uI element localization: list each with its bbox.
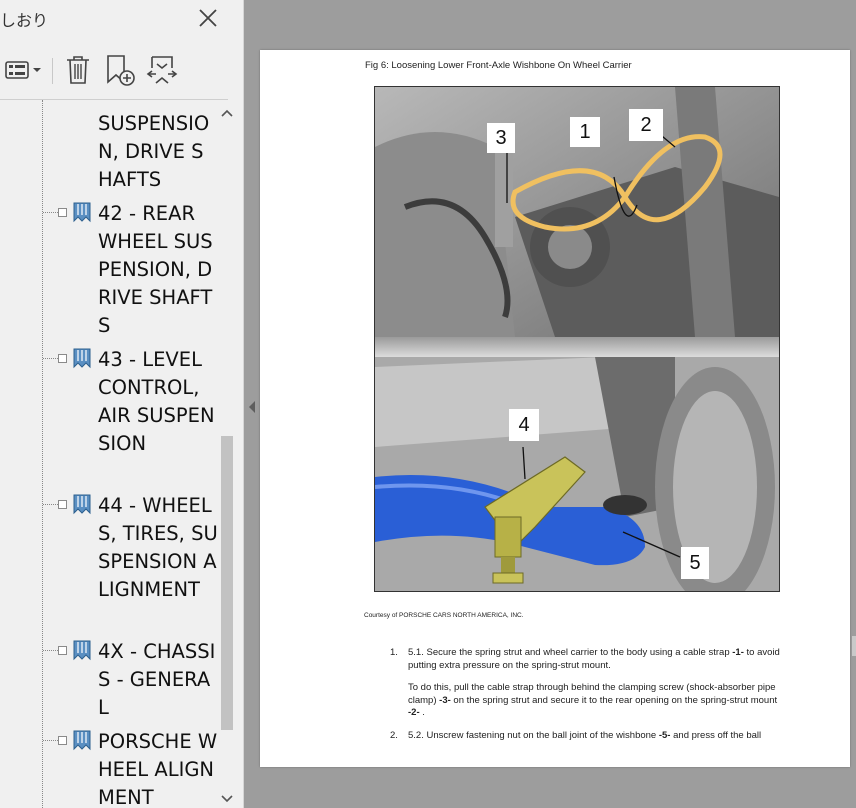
step-text: 5.1. Secure the spring strut and wheel c… <box>408 647 790 672</box>
bookmark-label[interactable]: 44 - WHEELS, TIRES, SUSPENSION ALIGNMENT <box>98 492 218 604</box>
step-text: 5.2. Unscrew fastening nut on the ball j… <box>408 730 790 743</box>
tree-connector <box>43 740 58 741</box>
pdf-viewer-app: しおり SUSPENSION, DRIVE SHAFTS 42 - REAR W… <box>0 0 856 808</box>
pdf-page: Fig 6: Loosening Lower Front-Axle Wishbo… <box>260 50 850 767</box>
step-text-part: . <box>419 707 425 718</box>
figure-caption: Fig 6: Loosening Lower Front-Axle Wishbo… <box>365 60 632 71</box>
step-text-part: 5.2. Unscrew fastening nut on the ball j… <box>408 729 659 741</box>
callout-label: 4 <box>509 409 539 441</box>
bookmarks-scrollbar[interactable] <box>218 100 236 808</box>
options-menu-button[interactable] <box>2 52 46 88</box>
bookmark-item[interactable]: 4X - CHASSIS - GENERAL <box>0 638 218 722</box>
bookmark-label[interactable]: 43 - LEVEL CONTROL, AIR SUSPENSION <box>98 346 218 458</box>
expand-toggle[interactable] <box>58 736 67 745</box>
delete-bookmark-button[interactable] <box>62 52 94 88</box>
bookmark-ribbon-icon <box>73 640 91 661</box>
callout-reference: -2- <box>408 707 420 718</box>
scrollbar-thumb[interactable] <box>221 436 233 730</box>
bookmark-ribbon-icon <box>73 494 91 515</box>
bookmarks-toolbar <box>0 48 244 92</box>
step-text-part: and press off the ball <box>670 729 762 741</box>
bookmark-item[interactable]: 44 - WHEELS, TIRES, SUSPENSION ALIGNMENT <box>0 492 218 632</box>
tree-connector <box>43 358 58 359</box>
expand-toggle[interactable] <box>58 500 67 509</box>
callout-reference: -1- <box>732 647 744 658</box>
callout-label: 2 <box>629 109 663 141</box>
callout-label: 3 <box>487 123 515 153</box>
bookmark-label[interactable]: SUSPENSION, DRIVE SHAFTS <box>98 110 218 194</box>
document-viewer[interactable]: Fig 6: Loosening Lower Front-Axle Wishbo… <box>245 0 856 808</box>
bookmark-item[interactable]: PORSCHE WHEEL ALIGNMENT <box>0 728 218 808</box>
trash-icon <box>67 56 89 84</box>
bookmark-ribbon-icon <box>73 202 91 223</box>
new-bookmark-button[interactable] <box>102 52 138 88</box>
step-number: 2. <box>390 729 398 741</box>
image-credit: Courtesy of PORSCHE CARS NORTH AMERICA, … <box>364 612 524 619</box>
tree-connector <box>43 212 58 213</box>
options-list-icon <box>5 61 41 79</box>
bookmark-ribbon-icon <box>73 348 91 369</box>
callout-reference: -5- <box>658 729 671 741</box>
bookmark-item[interactable]: 42 - REAR WHEEL SUSPENSION, DRIVE SHAFTS <box>0 200 218 340</box>
expand-toggle[interactable] <box>58 646 67 655</box>
bookmark-label[interactable]: 4X - CHASSIS - GENERAL <box>98 638 218 722</box>
bookmark-item[interactable]: 43 - LEVEL CONTROL, AIR SUSPENSION <box>0 346 218 486</box>
bookmark-tree: SUSPENSION, DRIVE SHAFTS 42 - REAR WHEEL… <box>0 100 218 808</box>
procedure-steps: 1. 5.1. Secure the spring strut and whee… <box>390 647 790 752</box>
bookmark-item[interactable]: SUSPENSION, DRIVE SHAFTS <box>0 110 218 194</box>
toolbar-separator <box>52 58 53 84</box>
new-bookmark-icon <box>107 55 135 86</box>
expand-bookmark-button[interactable] <box>144 52 180 88</box>
expand-bookmark-icon <box>146 56 178 84</box>
procedure-step: 1. 5.1. Secure the spring strut and whee… <box>390 647 790 720</box>
technical-illustration: 1 2 3 4 5 <box>374 86 780 592</box>
step-number: 1. <box>390 647 398 658</box>
step-subtext: To do this, pull the cable strap through… <box>408 682 790 720</box>
bookmarks-header: しおり <box>0 0 244 38</box>
step-text-part: on the spring strut and secure it to the… <box>450 694 778 706</box>
close-icon[interactable] <box>196 6 220 30</box>
tree-connector <box>43 504 58 505</box>
chevron-up-icon[interactable] <box>220 106 234 120</box>
expand-toggle[interactable] <box>58 354 67 363</box>
callout-label: 1 <box>570 117 600 147</box>
tree-connector <box>43 650 58 651</box>
illustration-drawing <box>375 87 779 591</box>
callout-label: 5 <box>681 547 709 579</box>
expand-toggle[interactable] <box>58 208 67 217</box>
bookmarks-panel-title: しおり <box>0 11 49 30</box>
viewer-scrollbar-edge[interactable] <box>852 636 856 656</box>
bookmark-label[interactable]: PORSCHE WHEEL ALIGNMENT <box>98 728 218 808</box>
bookmark-ribbon-icon <box>73 730 91 751</box>
bookmark-label[interactable]: 42 - REAR WHEEL SUSPENSION, DRIVE SHAFTS <box>98 200 218 340</box>
callout-reference: -3- <box>439 694 451 706</box>
step-text-part: 5.1. Secure the spring strut and wheel c… <box>408 647 733 658</box>
bookmarks-panel: しおり SUSPENSION, DRIVE SHAFTS 42 - REAR W… <box>0 0 244 808</box>
chevron-down-icon[interactable] <box>220 792 234 806</box>
procedure-step: 2. 5.2. Unscrew fastening nut on the bal… <box>390 730 790 743</box>
